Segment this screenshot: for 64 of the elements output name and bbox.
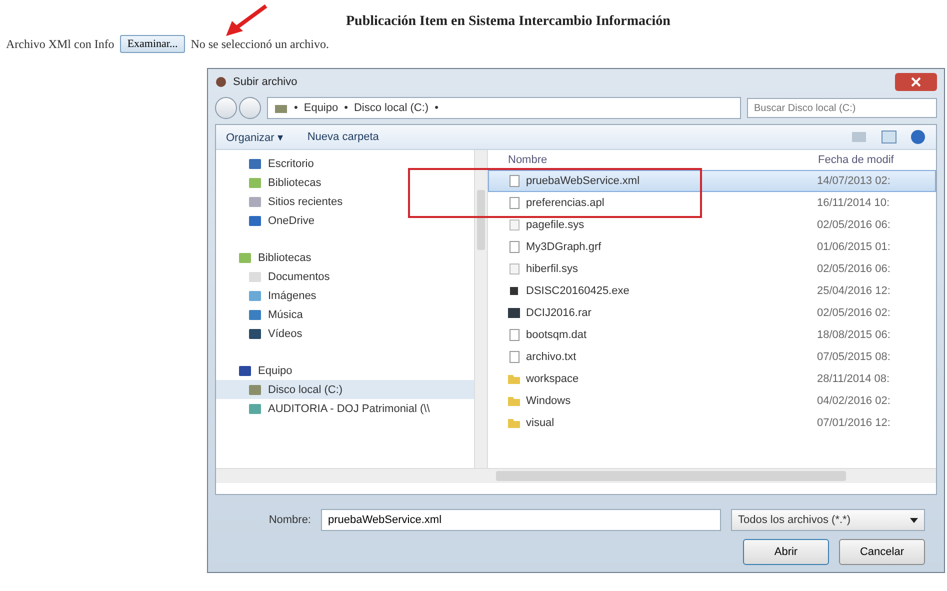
folder-icon bbox=[507, 395, 521, 407]
file-row[interactable]: pagefile.sys 02/05/2016 06: bbox=[488, 214, 936, 236]
folder-icon bbox=[507, 417, 521, 429]
breadcrumb-separator: • bbox=[294, 102, 298, 114]
file-icon bbox=[507, 351, 521, 363]
forward-button[interactable] bbox=[239, 97, 261, 119]
nav-item[interactable]: Vídeos bbox=[216, 324, 474, 343]
file-row[interactable]: hiberfil.sys 02/05/2016 06: bbox=[488, 258, 936, 280]
nav-item[interactable]: Imágenes bbox=[216, 286, 474, 305]
browse-button[interactable]: Examinar... bbox=[120, 35, 185, 53]
file-type-dropdown[interactable]: Todos los archivos (*.*) bbox=[731, 509, 925, 531]
filename-field[interactable]: pruebaWebService.xml bbox=[321, 509, 721, 531]
file-row[interactable]: DSISC20160425.exe 25/04/2016 12: bbox=[488, 280, 936, 302]
nav-item[interactable]: Documentos bbox=[216, 267, 474, 286]
caret-icon bbox=[910, 518, 918, 522]
toolbar-button[interactable]: Nueva carpeta bbox=[307, 131, 379, 143]
file-icon bbox=[507, 241, 521, 253]
system-file-icon bbox=[507, 263, 521, 275]
open-button[interactable]: Abrir bbox=[743, 539, 829, 565]
file-row[interactable]: pruebaWebService.xml 14/07/2013 02: bbox=[488, 170, 936, 192]
back-button[interactable] bbox=[215, 97, 237, 119]
file-row[interactable]: DCIJ2016.rar 02/05/2016 02: bbox=[488, 302, 936, 324]
file-icon bbox=[507, 197, 521, 209]
nav-item[interactable]: AUDITORIA - DOJ Patrimonial (\\ bbox=[216, 399, 474, 418]
nav-item[interactable]: Bibliotecas bbox=[216, 248, 474, 267]
file-row[interactable]: visual 07/01/2016 12: bbox=[488, 412, 936, 434]
scrollbar[interactable] bbox=[475, 150, 488, 468]
file-row[interactable]: preferencias.apl 16/11/2014 10: bbox=[488, 192, 936, 214]
close-icon bbox=[911, 77, 921, 87]
dialog-title: Subir archivo bbox=[233, 76, 298, 88]
preview-pane-icon[interactable] bbox=[880, 130, 898, 144]
file-icon bbox=[507, 329, 521, 341]
nav-item[interactable]: Música bbox=[216, 305, 474, 324]
breadcrumb-separator: • bbox=[344, 102, 348, 114]
filename-label: Nombre: bbox=[268, 514, 311, 526]
breadcrumb-separator: • bbox=[434, 102, 438, 114]
search-field[interactable]: Buscar Disco local (C:) bbox=[747, 98, 937, 118]
nav-item[interactable]: Escritorio bbox=[216, 154, 474, 173]
file-row[interactable]: Windows 04/02/2016 02: bbox=[488, 390, 936, 412]
file-row[interactable]: workspace 28/11/2014 08: bbox=[488, 368, 936, 390]
nav-item[interactable]: OneDrive bbox=[216, 211, 474, 230]
file-row[interactable]: My3DGraph.grf 01/06/2015 01: bbox=[488, 236, 936, 258]
close-button[interactable] bbox=[895, 73, 937, 91]
address-bar[interactable]: • Equipo • Disco local (C:) • bbox=[267, 97, 741, 119]
nav-item[interactable]: Bibliotecas bbox=[216, 173, 474, 192]
file-row[interactable]: bootsqm.dat 18/08/2015 06: bbox=[488, 324, 936, 346]
column-header[interactable]: Fecha de modif bbox=[818, 154, 928, 166]
system-file-icon bbox=[507, 219, 521, 231]
nav-item[interactable]: Disco local (C:) bbox=[216, 380, 474, 399]
cancel-button[interactable]: Cancelar bbox=[839, 539, 925, 565]
toolbar-button[interactable]: Organizar ▾ bbox=[226, 130, 284, 144]
page-title: Publicación Item en Sistema Intercambio Información bbox=[346, 14, 670, 31]
app-icon bbox=[215, 76, 227, 88]
field-label: Archivo XMl con Info bbox=[6, 36, 114, 52]
column-header[interactable]: Nombre bbox=[508, 154, 818, 166]
breadcrumb-item[interactable]: Disco local (C:) bbox=[354, 102, 429, 114]
file-row[interactable]: archivo.txt 07/05/2015 08: bbox=[488, 346, 936, 368]
folder-icon bbox=[507, 373, 521, 385]
file-icon bbox=[507, 175, 521, 187]
breadcrumb-item[interactable]: Equipo bbox=[304, 102, 338, 114]
file-status: No se seleccionó un archivo. bbox=[190, 36, 330, 52]
nav-item[interactable]: Equipo bbox=[216, 361, 474, 380]
nav-item[interactable]: Sitios recientes bbox=[216, 192, 474, 211]
horizontal-scrollbar[interactable] bbox=[216, 468, 936, 483]
